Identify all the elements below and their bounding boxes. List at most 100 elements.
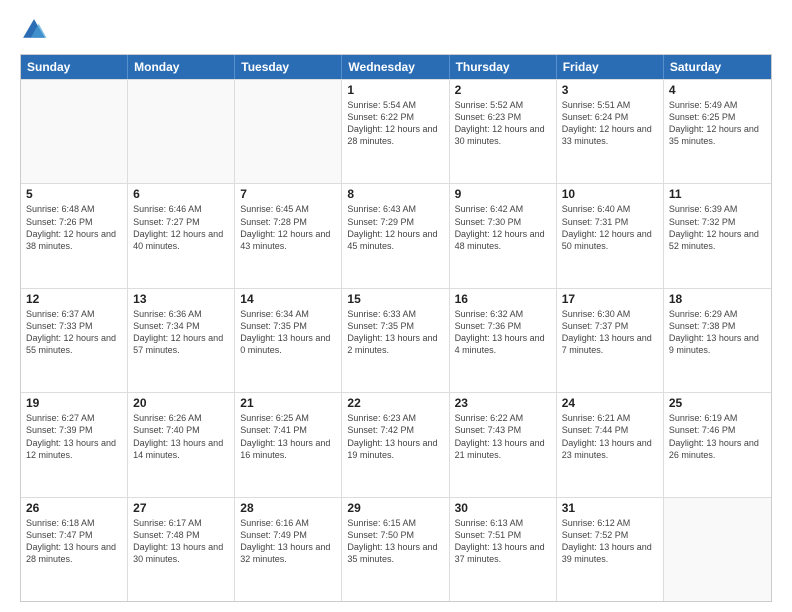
calendar-cell: 29Sunrise: 6:15 AM Sunset: 7:50 PM Dayli… xyxy=(342,498,449,601)
calendar-header-cell: Thursday xyxy=(450,55,557,79)
day-number: 27 xyxy=(133,501,229,515)
cell-detail: Sunrise: 5:49 AM Sunset: 6:25 PM Dayligh… xyxy=(669,99,766,148)
logo-icon xyxy=(20,16,48,44)
calendar-cell: 18 Sunrise: 6:29 AM Sunset: 7:38 PM Dayli… xyxy=(664,289,771,392)
calendar-cell: 5 Sunrise: 6:48 AM Sunset: 7:26 PM Daylig… xyxy=(21,184,128,287)
cell-detail: Sunrise: 6:29 AM Sunset: 7:38 PM Dayligh… xyxy=(669,308,766,357)
calendar-row: 19Sunrise: 6:27 AM Sunset: 7:39 PM Dayli… xyxy=(21,392,771,496)
calendar: SundayMondayTuesdayWednesdayThursdayFrid… xyxy=(20,54,772,602)
calendar-header-cell: Wednesday xyxy=(342,55,449,79)
calendar-cell: 1 Sunrise: 5:54 AM Sunset: 6:22 PM Daylig… xyxy=(342,80,449,183)
day-number: 19 xyxy=(26,396,122,410)
day-number: 6 xyxy=(133,187,229,201)
calendar-cell: 14 Sunrise: 6:34 AM Sunset: 7:35 PM Dayli… xyxy=(235,289,342,392)
day-number: 31 xyxy=(562,501,658,515)
cell-detail: Sunrise: 6:25 AM Sunset: 7:41 PM Dayligh… xyxy=(240,412,336,461)
day-number: 12 xyxy=(26,292,122,306)
cell-detail: Sunrise: 5:54 AM Sunset: 6:22 PM Dayligh… xyxy=(347,99,443,148)
calendar-cell: 17Sunrise: 6:30 AM Sunset: 7:37 PM Dayli… xyxy=(557,289,664,392)
cell-detail: Sunrise: 6:22 AM Sunset: 7:43 PM Dayligh… xyxy=(455,412,551,461)
cell-detail: Sunrise: 6:37 AM Sunset: 7:33 PM Dayligh… xyxy=(26,308,122,357)
day-number: 14 xyxy=(240,292,336,306)
page: SundayMondayTuesdayWednesdayThursdayFrid… xyxy=(0,0,792,612)
calendar-cell: 22Sunrise: 6:23 AM Sunset: 7:42 PM Dayli… xyxy=(342,393,449,496)
cell-detail: Sunrise: 6:13 AM Sunset: 7:51 PM Dayligh… xyxy=(455,517,551,566)
day-number: 30 xyxy=(455,501,551,515)
day-number: 16 xyxy=(455,292,551,306)
calendar-cell: 31 Sunrise: 6:12 AM Sunset: 7:52 PM Dayli… xyxy=(557,498,664,601)
day-number: 26 xyxy=(26,501,122,515)
day-number: 25 xyxy=(669,396,766,410)
cell-detail: Sunrise: 6:33 AM Sunset: 7:35 PM Dayligh… xyxy=(347,308,443,357)
cell-detail: Sunrise: 6:42 AM Sunset: 7:30 PM Dayligh… xyxy=(455,203,551,252)
day-number: 10 xyxy=(562,187,658,201)
calendar-cell: 4 Sunrise: 5:49 AM Sunset: 6:25 PM Daylig… xyxy=(664,80,771,183)
cell-detail: Sunrise: 6:12 AM Sunset: 7:52 PM Dayligh… xyxy=(562,517,658,566)
day-number: 8 xyxy=(347,187,443,201)
cell-detail: Sunrise: 6:43 AM Sunset: 7:29 PM Dayligh… xyxy=(347,203,443,252)
logo xyxy=(20,16,52,44)
calendar-cell: 27 Sunrise: 6:17 AM Sunset: 7:48 PM Dayli… xyxy=(128,498,235,601)
calendar-cell: 7 Sunrise: 6:45 AM Sunset: 7:28 PM Daylig… xyxy=(235,184,342,287)
cell-detail: Sunrise: 6:30 AM Sunset: 7:37 PM Dayligh… xyxy=(562,308,658,357)
calendar-cell: 11 Sunrise: 6:39 AM Sunset: 7:32 PM Dayli… xyxy=(664,184,771,287)
calendar-cell: 24 Sunrise: 6:21 AM Sunset: 7:44 PM Dayli… xyxy=(557,393,664,496)
calendar-header-cell: Friday xyxy=(557,55,664,79)
cell-detail: Sunrise: 6:48 AM Sunset: 7:26 PM Dayligh… xyxy=(26,203,122,252)
calendar-cell: 3 Sunrise: 5:51 AM Sunset: 6:24 PM Daylig… xyxy=(557,80,664,183)
day-number: 4 xyxy=(669,83,766,97)
day-number: 13 xyxy=(133,292,229,306)
day-number: 7 xyxy=(240,187,336,201)
calendar-header-cell: Monday xyxy=(128,55,235,79)
day-number: 11 xyxy=(669,187,766,201)
calendar-cell: 21 Sunrise: 6:25 AM Sunset: 7:41 PM Dayli… xyxy=(235,393,342,496)
calendar-row: 26 Sunrise: 6:18 AM Sunset: 7:47 PM Dayli… xyxy=(21,497,771,601)
cell-detail: Sunrise: 6:36 AM Sunset: 7:34 PM Dayligh… xyxy=(133,308,229,357)
calendar-row: 12 Sunrise: 6:37 AM Sunset: 7:33 PM Dayli… xyxy=(21,288,771,392)
cell-detail: Sunrise: 6:17 AM Sunset: 7:48 PM Dayligh… xyxy=(133,517,229,566)
day-number: 5 xyxy=(26,187,122,201)
calendar-body: 1 Sunrise: 5:54 AM Sunset: 6:22 PM Daylig… xyxy=(21,79,771,601)
calendar-cell: 19Sunrise: 6:27 AM Sunset: 7:39 PM Dayli… xyxy=(21,393,128,496)
calendar-cell: 10 Sunrise: 6:40 AM Sunset: 7:31 PM Dayli… xyxy=(557,184,664,287)
calendar-cell: 6 Sunrise: 6:46 AM Sunset: 7:27 PM Daylig… xyxy=(128,184,235,287)
calendar-header-cell: Tuesday xyxy=(235,55,342,79)
day-number: 28 xyxy=(240,501,336,515)
cell-detail: Sunrise: 6:19 AM Sunset: 7:46 PM Dayligh… xyxy=(669,412,766,461)
calendar-cell: 23Sunrise: 6:22 AM Sunset: 7:43 PM Dayli… xyxy=(450,393,557,496)
calendar-row: 5 Sunrise: 6:48 AM Sunset: 7:26 PM Daylig… xyxy=(21,183,771,287)
cell-detail: Sunrise: 6:45 AM Sunset: 7:28 PM Dayligh… xyxy=(240,203,336,252)
calendar-cell: 30 Sunrise: 6:13 AM Sunset: 7:51 PM Dayli… xyxy=(450,498,557,601)
cell-detail: Sunrise: 6:46 AM Sunset: 7:27 PM Dayligh… xyxy=(133,203,229,252)
calendar-cell: 28 Sunrise: 6:16 AM Sunset: 7:49 PM Dayli… xyxy=(235,498,342,601)
cell-detail: Sunrise: 6:21 AM Sunset: 7:44 PM Dayligh… xyxy=(562,412,658,461)
calendar-cell: 8 Sunrise: 6:43 AM Sunset: 7:29 PM Daylig… xyxy=(342,184,449,287)
calendar-cell: 2Sunrise: 5:52 AM Sunset: 6:23 PM Daylig… xyxy=(450,80,557,183)
calendar-cell-empty xyxy=(128,80,235,183)
cell-detail: Sunrise: 6:18 AM Sunset: 7:47 PM Dayligh… xyxy=(26,517,122,566)
calendar-cell: 16 Sunrise: 6:32 AM Sunset: 7:36 PM Dayli… xyxy=(450,289,557,392)
cell-detail: Sunrise: 6:32 AM Sunset: 7:36 PM Dayligh… xyxy=(455,308,551,357)
day-number: 3 xyxy=(562,83,658,97)
cell-detail: Sunrise: 6:23 AM Sunset: 7:42 PM Dayligh… xyxy=(347,412,443,461)
calendar-row: 1 Sunrise: 5:54 AM Sunset: 6:22 PM Daylig… xyxy=(21,79,771,183)
day-number: 24 xyxy=(562,396,658,410)
cell-detail: Sunrise: 6:39 AM Sunset: 7:32 PM Dayligh… xyxy=(669,203,766,252)
calendar-cell: 25 Sunrise: 6:19 AM Sunset: 7:46 PM Dayli… xyxy=(664,393,771,496)
header xyxy=(20,16,772,44)
day-number: 21 xyxy=(240,396,336,410)
day-number: 1 xyxy=(347,83,443,97)
calendar-cell: 9Sunrise: 6:42 AM Sunset: 7:30 PM Daylig… xyxy=(450,184,557,287)
day-number: 18 xyxy=(669,292,766,306)
calendar-cell: 20 Sunrise: 6:26 AM Sunset: 7:40 PM Dayli… xyxy=(128,393,235,496)
calendar-cell-empty xyxy=(235,80,342,183)
calendar-cell-empty xyxy=(21,80,128,183)
day-number: 20 xyxy=(133,396,229,410)
cell-detail: Sunrise: 6:40 AM Sunset: 7:31 PM Dayligh… xyxy=(562,203,658,252)
cell-detail: Sunrise: 6:26 AM Sunset: 7:40 PM Dayligh… xyxy=(133,412,229,461)
cell-detail: Sunrise: 5:51 AM Sunset: 6:24 PM Dayligh… xyxy=(562,99,658,148)
cell-detail: Sunrise: 6:16 AM Sunset: 7:49 PM Dayligh… xyxy=(240,517,336,566)
calendar-cell: 15 Sunrise: 6:33 AM Sunset: 7:35 PM Dayli… xyxy=(342,289,449,392)
cell-detail: Sunrise: 6:34 AM Sunset: 7:35 PM Dayligh… xyxy=(240,308,336,357)
day-number: 15 xyxy=(347,292,443,306)
